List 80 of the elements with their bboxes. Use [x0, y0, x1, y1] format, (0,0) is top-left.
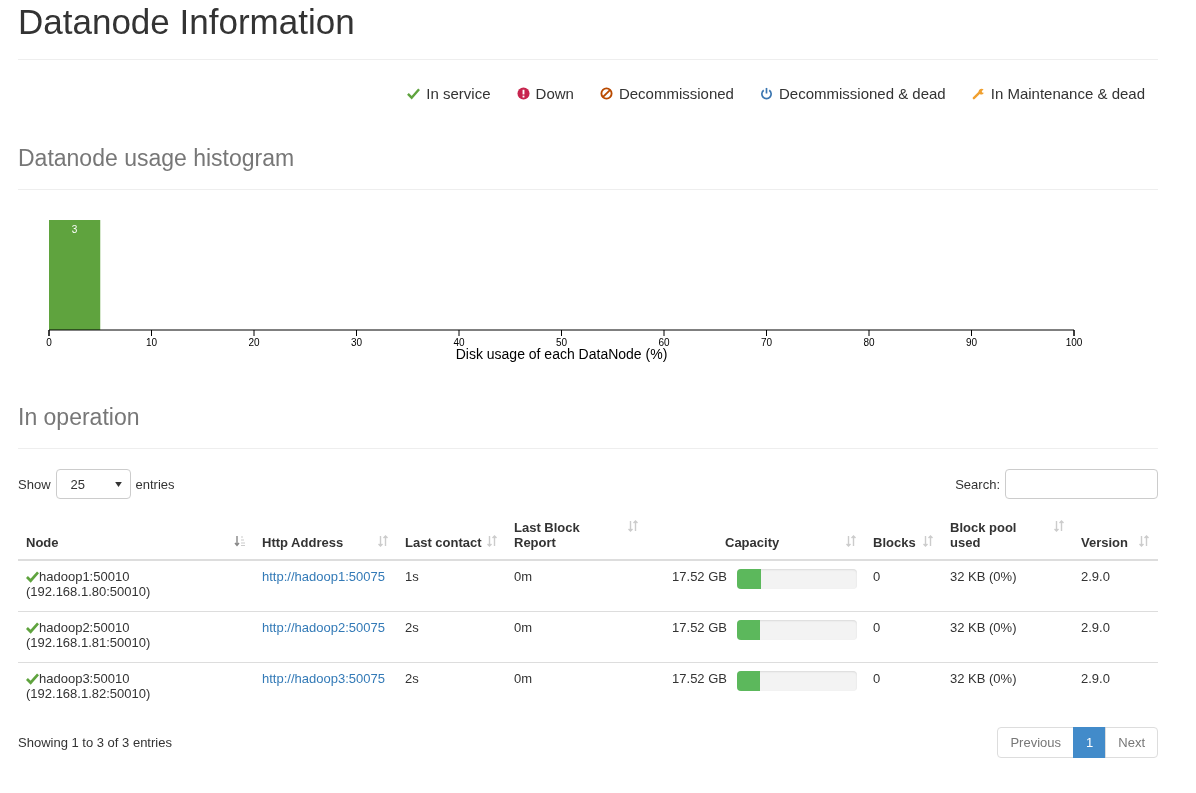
column-header[interactable]: Last contact: [405, 535, 482, 550]
table-cell: 0m: [514, 569, 533, 584]
column-header[interactable]: Capacity: [725, 535, 780, 550]
legend-label: Decommissioned & dead: [778, 84, 946, 102]
table-cell: 0m: [514, 671, 533, 686]
axis-tick-label: 90: [965, 337, 978, 348]
power-icon: [759, 86, 773, 100]
axis-tick-label: 40: [453, 337, 465, 348]
http-address-link[interactable]: http://hadoop3:50075: [262, 671, 385, 686]
prohibited-icon: [599, 86, 613, 100]
http-address-link[interactable]: http://hadoop1:50075: [262, 569, 385, 584]
table-cell: 1s: [405, 569, 419, 584]
table-cell: 32 KB (0%): [950, 569, 1017, 584]
axis-tick-label: 0: [46, 337, 52, 348]
legend-label: In service: [426, 84, 491, 102]
wrench-icon: [971, 86, 985, 100]
pagination-button[interactable]: 1: [1073, 727, 1107, 758]
axis-tick-label: 100: [1065, 337, 1083, 348]
page-size-select[interactable]: 25: [55, 469, 131, 499]
column-header[interactable]: Node: [26, 535, 59, 550]
table-cell: 2s: [405, 620, 419, 635]
entries-info: Showing 1 to 3 of 3 entries: [18, 735, 172, 750]
table-cell: 0: [873, 671, 881, 686]
table-cell: 2.9.0: [1081, 671, 1110, 686]
table-cell: 0: [873, 620, 881, 635]
legend-label: Decommissioned: [618, 84, 734, 102]
sort-icon[interactable]: [845, 535, 857, 547]
axis-tick-label: 60: [658, 337, 670, 348]
node-name: hadoop2:50010: [39, 620, 130, 635]
show-label: Show: [18, 476, 51, 492]
sort-icon[interactable]: [1053, 520, 1065, 532]
caret-icon: [114, 481, 122, 487]
axis-title: Disk usage of each DataNode (%): [455, 346, 668, 362]
axis-tick-label: 10: [145, 337, 158, 348]
table-cell: 0: [873, 569, 881, 584]
check-icon: [26, 570, 39, 583]
sort-icon[interactable]: [922, 535, 934, 547]
table-cell: 32 KB (0%): [950, 671, 1017, 686]
check-icon: [26, 672, 39, 685]
page-title: Datanode Information: [18, 1, 356, 42]
table-cell: 0m: [514, 620, 533, 635]
http-address-link[interactable]: http://hadoop2:50075: [262, 620, 385, 635]
table-cell: 17.52 GB: [672, 569, 727, 584]
legend-label: Down: [535, 84, 574, 102]
column-header[interactable]: Last Block Report: [514, 520, 623, 550]
legend-label: In Maintenance & dead: [990, 84, 1145, 102]
sort-icon[interactable]: [377, 535, 389, 547]
search-label: Search:: [955, 476, 1000, 492]
search-field[interactable]: [1005, 469, 1158, 499]
column-header[interactable]: Http Address: [262, 535, 344, 550]
section-heading: In operation: [18, 403, 141, 431]
table-cell: 2.9.0: [1081, 569, 1110, 584]
column-header[interactable]: Blocks: [873, 535, 916, 550]
axis-tick-label: 50: [555, 337, 568, 348]
column-header[interactable]: Version: [1081, 535, 1128, 550]
column-header[interactable]: Block pool used: [950, 520, 1049, 550]
axis-tick-label: 30: [350, 337, 363, 348]
table-cell: 2.9.0: [1081, 620, 1110, 635]
axis-tick-label: 80: [863, 337, 875, 348]
entries-label: entries: [135, 476, 175, 492]
sort-ascending-icon[interactable]: [234, 535, 246, 547]
sort-icon[interactable]: [486, 535, 498, 547]
bar-value-label: 3: [71, 224, 78, 235]
node-address: (192.168.1.80:50010): [26, 584, 152, 599]
table-cell: 17.52 GB: [672, 671, 727, 686]
sort-icon[interactable]: [627, 520, 639, 532]
table-cell: 32 KB (0%): [950, 620, 1017, 635]
check-icon: [26, 621, 39, 634]
axis-tick-label: 70: [760, 337, 773, 348]
node-name: hadoop3:50010: [39, 671, 130, 686]
node-address: (192.168.1.82:50010): [26, 686, 152, 701]
sort-icon[interactable]: [1138, 535, 1150, 547]
node-name: hadoop1:50010: [39, 569, 130, 584]
table-cell: 17.52 GB: [672, 620, 727, 635]
check-icon: [407, 86, 421, 100]
section-heading: Datanode usage histogram: [18, 144, 296, 172]
axis-tick-label: 20: [248, 337, 260, 348]
node-address: (192.168.1.81:50010): [26, 635, 152, 650]
table-cell: 2s: [405, 671, 419, 686]
exclamation-circle-icon: [516, 86, 530, 100]
